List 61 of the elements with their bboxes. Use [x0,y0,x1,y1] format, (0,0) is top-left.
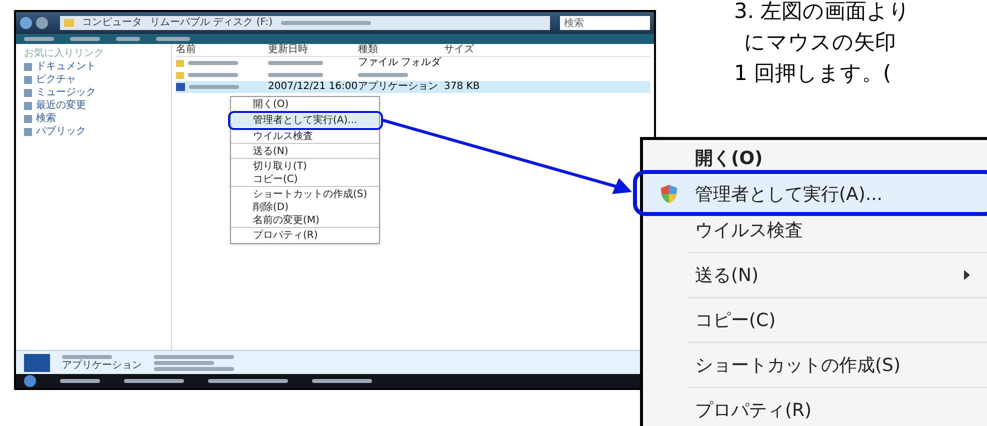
blurred-text [62,354,112,358]
blurred-text [188,61,238,65]
menu-item[interactable]: 切り取り(T) [231,160,379,173]
blurred-text [60,379,100,383]
date-cell: 2007/12/21 16:00 [268,81,358,92]
blurred-text [156,37,190,41]
blurred-text [154,360,214,364]
submenu-arrow-icon [964,270,970,280]
nav-item[interactable]: ドキュメント [24,61,163,73]
shield-icon [660,184,678,204]
menu-item[interactable]: コピー(C) [643,302,987,338]
size-cell: 378 KB [444,81,480,92]
menu-item[interactable]: 管理者として実行(A)... [643,176,987,212]
breadcrumb-item[interactable]: リムーバブル ディスク (F:) [150,18,273,28]
menu-item[interactable]: コピー(C) [231,173,379,187]
file-row[interactable]: 2007/12/21 16:00アプリケーション 378 KB [176,81,650,93]
address-bar[interactable]: コンピュータ リムーバブル ディスク (F:) [60,16,550,30]
type-cell: ファイル フォルダ [358,57,442,68]
blurred-text [116,37,140,41]
nav-item[interactable]: 最近の変更 [24,100,163,112]
column-header[interactable]: サイズ [444,44,494,56]
type-cell: アプリケーション [358,81,438,92]
app-logo-icon [24,354,50,372]
menu-item[interactable]: 名前の変更(M) [231,214,379,228]
blurred-text [70,37,100,41]
blurred-text [24,37,54,41]
nav-heading: お気に入りリンク [24,48,105,60]
menu-item[interactable]: ショートカットの作成(S) [231,188,379,201]
menu-item[interactable]: 開く(O) [231,98,379,111]
menu-item[interactable]: プロパティ(R) [643,392,987,426]
app-icon [176,83,185,91]
menu-item[interactable]: 削除(D) [231,201,379,214]
column-header[interactable]: 名前 [176,44,268,56]
nav-item[interactable]: 検索 [24,113,163,125]
blurred-text [124,379,184,383]
menu-item[interactable]: 送る(N) [231,145,379,159]
blurred-text [268,73,323,77]
blurred-text [268,61,323,65]
instruction-text: にマウスの矢印 [744,29,897,56]
menu-item[interactable]: ウイルス検査 [231,130,379,144]
details-type: アプリケーション [62,360,142,370]
blurred-text [312,379,372,383]
menu-item[interactable]: 開く(O) [643,140,987,176]
instruction-text: 1 回押します。( [734,60,892,87]
menu-item[interactable]: 管理者として実行(A)... [231,114,379,127]
breadcrumb-item[interactable]: コンピュータ [82,18,142,28]
blurred-text [189,85,239,89]
menu-item[interactable]: ショートカットの作成(S) [643,347,987,383]
column-header[interactable]: 種類 [358,44,444,56]
nav-item[interactable]: ピクチャ [24,74,163,86]
blurred-text [188,73,238,77]
instruction-text: 3. 左図の画面より [734,0,911,25]
blurred-text [358,73,408,77]
file-row[interactable]: ファイル フォルダ [176,57,650,69]
menu-item[interactable]: プロパティ(R) [231,229,379,242]
menu-item[interactable]: ウイルス検査 [643,212,987,248]
nav-item[interactable]: ミュージック [24,87,163,99]
column-header[interactable]: 更新日時 [268,44,358,56]
nav-item[interactable]: パブリック [24,126,163,138]
search-field[interactable]: 検索 [560,16,650,30]
menu-item[interactable]: 送る(N) [643,257,987,293]
